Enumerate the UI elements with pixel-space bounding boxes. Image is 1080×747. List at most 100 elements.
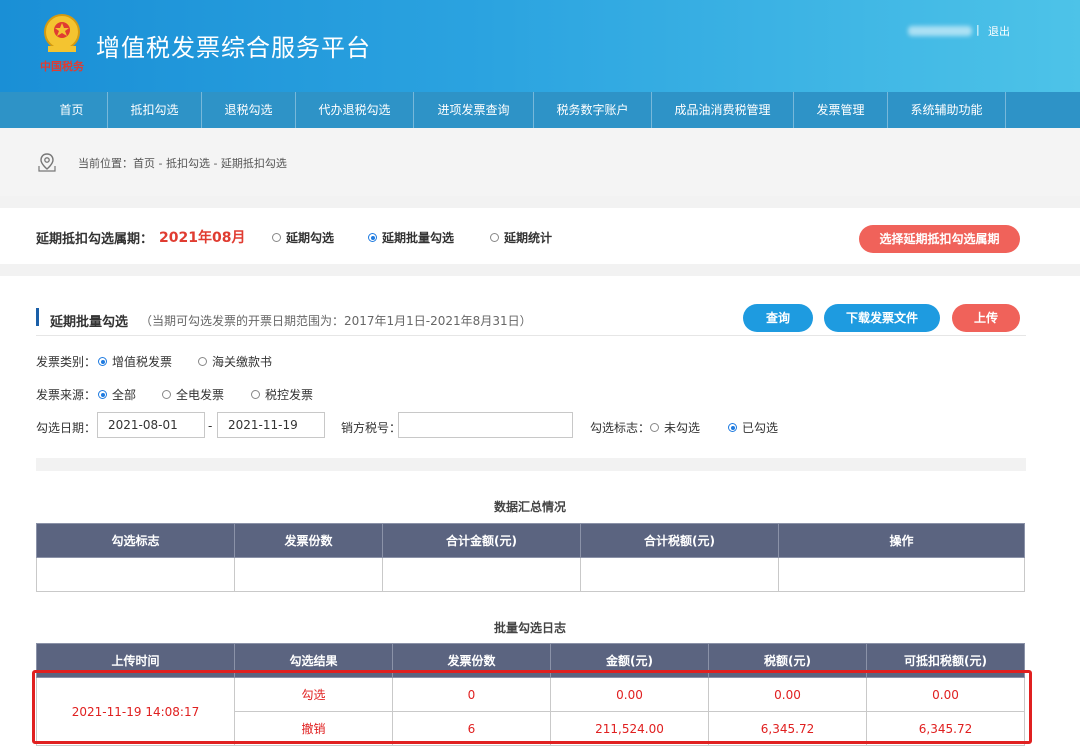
app-title: 增值税发票综合服务平台 [96,34,371,62]
table-cell [234,557,383,592]
table-cell [580,557,779,592]
radio-label: 延期批量勾选 [382,231,455,245]
radio-deferred-stats[interactable]: 延期统计 [490,229,552,246]
section-marker [36,308,39,326]
result-cell: 撤销 [234,711,393,746]
log-header-row: 上传时间 勾选结果 发票份数 金额(元) 税额(元) 可抵扣税额(元) [36,643,1025,678]
amount-cell: 211,524.00 [550,711,709,746]
radio-label: 税控发票 [265,388,314,402]
radio-label: 海关缴款书 [212,355,273,369]
radio-icon [251,390,260,399]
upload-button[interactable]: 上传 [952,304,1020,332]
radio-icon [162,390,171,399]
breadcrumb: 当前位置：首页 - 抵扣勾选 - 延期抵扣勾选 [0,128,1080,196]
radio-label: 已勾选 [742,421,779,435]
invoice-type-label: 发票类别： [36,355,97,369]
count-cell: 0 [392,677,551,712]
tax-emblem-icon: 中国税务 [40,14,85,73]
radio-flag-selected[interactable]: 已勾选 [728,419,778,436]
logout-link[interactable]: 退出 [988,23,1010,39]
deductible-cell: 6,345.72 [866,711,1025,746]
col-invoice-count: 发票份数 [392,643,551,678]
radio-label: 延期统计 [504,231,553,245]
amount-cell: 0.00 [550,677,709,712]
date-separator: - [208,419,213,433]
select-period-button[interactable]: 选择延期抵扣勾选属期 [859,225,1020,253]
col-upload-time: 上传时间 [36,643,235,678]
seller-tax-id-input[interactable] [398,412,573,438]
section-title: 延期批量勾选 [50,315,129,330]
col-amount: 金额(元) [550,643,709,678]
radio-icon [272,233,281,242]
nav-item-agent-refund-select[interactable]: 代办退税勾选 [296,92,414,128]
radio-vat-invoice[interactable]: 增值税发票 [98,353,172,370]
radio-label: 未勾选 [664,421,701,435]
period-label: 延期抵扣勾选属期： [36,232,154,247]
tax-cell: 0.00 [708,677,867,712]
summary-header-row: 勾选标志 发票份数 合计金额(元) 合计税额(元) 操作 [36,523,1025,558]
nav-item-input-invoice-query[interactable]: 进项发票查询 [414,92,534,128]
table-row: 2021-11-19 14:08:17 勾选 0 0.00 0.00 0.00 [36,677,1025,746]
radio-source-all[interactable]: 全部 [98,386,136,403]
radio-deferred-select[interactable]: 延期勾选 [272,229,334,246]
summary-table: 勾选标志 发票份数 合计金额(元) 合计税额(元) 操作 [36,523,1025,592]
main-nav: 首页 抵扣勾选 退税勾选 代办退税勾选 进项发票查询 税务数字账户 成品油消费税… [0,92,1080,128]
radio-icon [650,423,659,432]
table-row [36,557,1025,592]
section-divider [36,335,1026,336]
table-cell [382,557,581,592]
radio-selected-icon [368,233,377,242]
col-total-amount: 合计金额(元) [382,523,581,558]
count-cell: 6 [392,711,551,746]
batch-log-table: 上传时间 勾选结果 发票份数 金额(元) 税额(元) 可抵扣税额(元) 2021… [36,643,1025,746]
radio-label: 增值税发票 [112,355,173,369]
section-note: （当期可勾选发票的开票日期范围为：2017年1月1日-2021年8月31日） [140,314,532,328]
summary-caption: 数据汇总情况 [493,500,566,514]
radio-selected-icon [98,390,107,399]
download-invoice-file-button[interactable]: 下载发票文件 [824,304,940,332]
nav-item-home[interactable]: 首页 [36,92,108,128]
col-tax: 税额(元) [708,643,867,678]
col-select-result: 勾选结果 [234,643,393,678]
app-header: 中国税务 增值税发票综合服务平台 | 退出 [0,0,1080,92]
radio-icon [198,357,207,366]
radio-label: 延期勾选 [286,231,335,245]
radio-deferred-batch-select[interactable]: 延期批量勾选 [368,229,454,246]
select-date-label: 勾选日期： [36,421,97,435]
upload-time-cell: 2021-11-19 14:08:17 [36,677,235,746]
emblem-caption: 中国税务 [40,59,85,73]
deductible-cell: 0.00 [866,677,1025,712]
date-from-input[interactable]: 2021-08-01 [97,412,205,438]
nav-item-refined-oil-tax[interactable]: 成品油消费税管理 [652,92,794,128]
radio-source-tax-control[interactable]: 税控发票 [251,386,313,403]
location-pin-icon [38,153,56,172]
col-operation: 操作 [778,523,1025,558]
col-deductible-tax: 可抵扣税额(元) [866,643,1025,678]
header-separator: | [976,23,980,36]
radio-source-full-electronic[interactable]: 全电发票 [162,386,224,403]
nav-item-tax-digital-account[interactable]: 税务数字账户 [534,92,652,128]
radio-selected-icon [98,357,107,366]
radio-icon [490,233,499,242]
invoice-source-label: 发票来源： [36,388,97,402]
col-select-flag: 勾选标志 [36,523,235,558]
radio-customs-payment[interactable]: 海关缴款书 [198,353,272,370]
radio-selected-icon [728,423,737,432]
nav-item-system-tools[interactable]: 系统辅助功能 [888,92,1006,128]
user-name-redacted [908,26,972,36]
col-total-tax: 合计税额(元) [580,523,779,558]
period-value: 2021年08月 [159,230,246,246]
separator-strip [36,458,1026,471]
radio-flag-unselected[interactable]: 未勾选 [650,419,700,436]
table-cell [778,557,1025,592]
radio-label: 全部 [112,388,137,402]
seller-tax-id-label: 销方税号： [341,421,402,435]
nav-item-deduction-select[interactable]: 抵扣勾选 [108,92,202,128]
query-button[interactable]: 查询 [743,304,813,332]
nav-item-invoice-management[interactable]: 发票管理 [794,92,888,128]
tax-cell: 6,345.72 [708,711,867,746]
select-flag-label: 勾选标志： [590,421,651,435]
nav-item-refund-select[interactable]: 退税勾选 [202,92,296,128]
date-to-input[interactable]: 2021-11-19 [217,412,325,438]
log-caption: 批量勾选日志 [493,621,566,635]
